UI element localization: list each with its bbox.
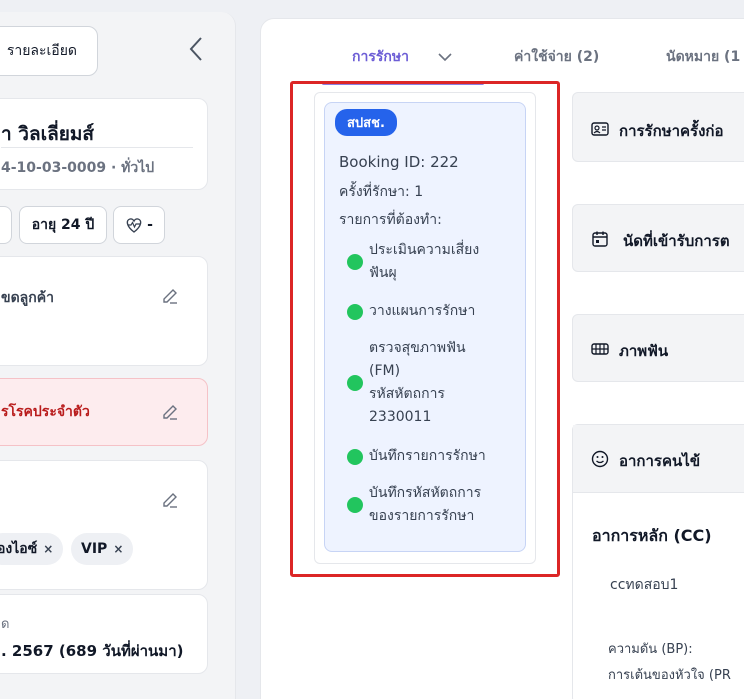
patient-sidebar: รายละเอียด า วิลเลี่ยมส์ 4-10-03-0009 · … <box>0 12 236 699</box>
section-dental-image[interactable]: ภาพฟัน <box>572 314 744 382</box>
vitals-label: - <box>147 217 153 233</box>
tab-expenses[interactable]: ค่าใช้จ่าย (2) <box>514 46 599 68</box>
bp-label: ความดัน (BP): <box>608 642 693 657</box>
chevron-left-icon[interactable] <box>184 34 210 64</box>
disease-card: รโรคประจำตัว <box>0 378 208 446</box>
cc-value: ccทดสอบ1 <box>610 577 679 593</box>
tags-card: องไอซ์ × VIP × <box>0 460 208 590</box>
customer-card: ขดลูกค้า <box>0 256 208 366</box>
age-pill: อายุ 24 ปี <box>19 206 107 244</box>
info-pill <box>0 206 12 244</box>
patient-name-card: า วิลเลี่ยมส์ 4-10-03-0009 · ทั่วไป <box>0 98 208 190</box>
detail-button[interactable]: รายละเอียด <box>0 26 98 76</box>
section-appointment[interactable]: นัดที่เข้ารับการต <box>572 204 744 272</box>
edit-icon[interactable] <box>161 491 179 509</box>
edit-icon[interactable] <box>161 287 179 305</box>
age-label: อายุ 24 ปี <box>31 217 95 233</box>
heart-pulse-icon <box>126 218 142 233</box>
calendar-icon <box>592 231 608 247</box>
section-prev-treatment[interactable]: การรักษาครั้งก่อ <box>572 92 744 162</box>
disease-card-title: รโรคประจำตัว <box>1 404 90 420</box>
cc-title: อาการหลัก (CC) <box>592 526 712 545</box>
customer-card-title: ขดลูกค้า <box>1 290 54 306</box>
tag-label: VIP <box>81 541 108 557</box>
tag-chip: องไอซ์ × <box>0 533 64 565</box>
section-title: อาการคนไข้ <box>619 452 701 470</box>
patient-hn: 4-10-03-0009 · ทั่วไป <box>1 160 155 176</box>
last-visit-label: ด <box>1 617 10 632</box>
last-visit-value: . 2567 (689 วันที่ผ่านมา) <box>1 642 184 660</box>
last-visit-card: ด . 2567 (689 วันที่ผ่านมา) <box>0 594 208 674</box>
section-title: ภาพฟัน <box>619 342 669 360</box>
patient-name: า วิลเลี่ยมส์ <box>1 123 94 145</box>
teeth-icon <box>591 343 609 355</box>
vitals-pill[interactable]: - <box>113 206 165 244</box>
id-card-icon <box>591 122 609 136</box>
pulse-label: การเต้นของหัวใจ (PR <box>608 668 731 683</box>
close-icon[interactable]: × <box>113 542 123 556</box>
section-title: การรักษาครั้งก่อ <box>619 122 724 140</box>
chevron-down-icon[interactable] <box>436 50 454 64</box>
detail-button-label: รายละเอียด <box>6 43 77 59</box>
tab-treatment[interactable]: การรักษา <box>352 46 409 68</box>
edit-icon[interactable] <box>161 403 179 421</box>
tag-chip: VIP × <box>71 533 134 565</box>
highlight-box <box>290 81 560 577</box>
tab-appointments[interactable]: นัดหมาย (1 <box>666 46 740 68</box>
divider <box>1 147 193 148</box>
smile-icon <box>591 450 609 468</box>
section-title: นัดที่เข้ารับการต <box>623 232 730 250</box>
close-icon[interactable]: × <box>43 542 53 556</box>
tag-label: องไอซ์ <box>0 541 38 557</box>
